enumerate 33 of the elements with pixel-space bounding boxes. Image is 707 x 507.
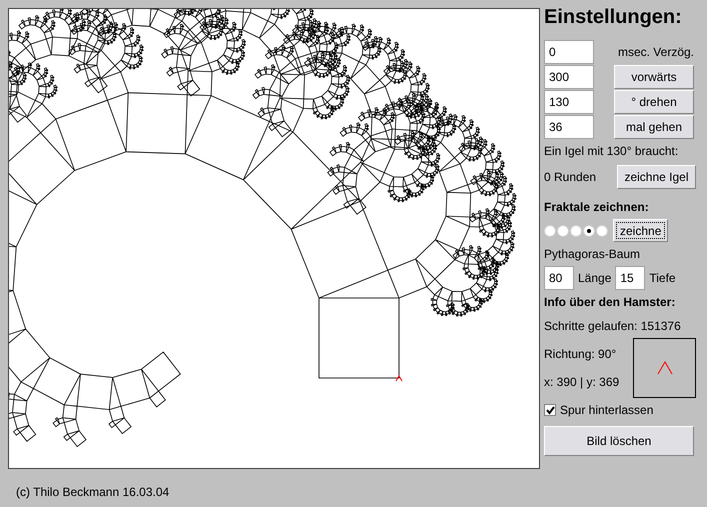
number-field[interactable]: 300	[544, 65, 594, 89]
trail-label: Spur hinterlassen	[560, 402, 654, 419]
action-button[interactable]: mal gehen	[614, 115, 694, 139]
hamster-icon	[396, 375, 402, 382]
number-field[interactable]: 0	[544, 40, 594, 64]
radio-button[interactable]	[583, 224, 595, 236]
number-field[interactable]: 36	[544, 115, 594, 139]
draw-hedgehog-button[interactable]: zeichne Igel	[617, 165, 696, 189]
radio-button[interactable]	[557, 224, 569, 236]
action-button[interactable]: vorwärts	[614, 65, 694, 89]
number-field[interactable]: 130	[544, 90, 594, 114]
hedgehog-note: Ein Igel mit 130° braucht:	[544, 143, 680, 160]
trail-checkbox[interactable]	[544, 404, 556, 416]
fractals-title: Fraktale zeichnen:	[544, 199, 650, 216]
field-label: msec. Verzög.	[616, 45, 694, 59]
rounds-text: 0 Runden	[544, 169, 596, 186]
action-button[interactable]: ° drehen	[614, 90, 694, 114]
copyright-text: (c) Thilo Beckmann 16.03.04	[15, 485, 170, 499]
info-title: Info über den Hamster:	[544, 294, 676, 311]
clear-image-button[interactable]: Bild löschen	[544, 426, 694, 456]
fractal-name: Pythagoras-Baum	[544, 246, 642, 263]
draw-button[interactable]: zeichne	[613, 219, 668, 242]
position-text: x: 390 | y: 369	[544, 374, 620, 391]
radio-button[interactable]	[570, 224, 582, 236]
depth-field[interactable]: 15	[615, 266, 646, 290]
steps-text: Schritte gelaufen: 151376	[544, 318, 682, 335]
depth-label: Tiefe	[649, 270, 676, 287]
length-field[interactable]: 80	[544, 266, 574, 290]
radio-button[interactable]	[596, 224, 608, 236]
settings-title: Einstellungen:	[544, 6, 683, 29]
radio-button[interactable]	[544, 224, 556, 236]
direction-text: Richtung: 90°	[544, 346, 618, 363]
length-label: Länge	[578, 270, 612, 287]
